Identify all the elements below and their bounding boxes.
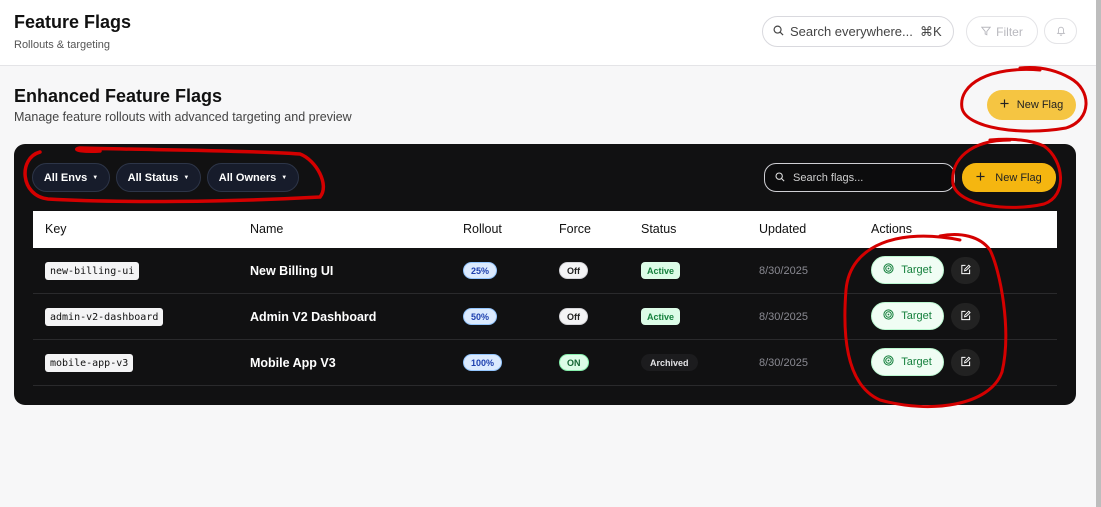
filter-owners-label: All Owners	[218, 171, 277, 184]
filter-owners[interactable]: All Owners ▼	[207, 163, 299, 192]
plus-icon	[976, 171, 985, 184]
table-row: mobile-app-v3 Mobile App V3 100% ON Arch…	[33, 340, 1057, 386]
app-title: Feature Flags	[14, 12, 132, 32]
scrollbar[interactable]	[1096, 0, 1101, 507]
edit-icon	[960, 309, 971, 324]
column-actions: Actions	[871, 222, 912, 236]
target-icon	[883, 309, 894, 323]
caret-down-icon: ▼	[281, 174, 288, 181]
global-search-input[interactable]	[790, 24, 914, 39]
updated-date: 8/30/2025	[759, 311, 808, 323]
column-name: Name	[250, 222, 284, 236]
status-badge: Active	[641, 308, 681, 325]
target-label: Target	[901, 310, 932, 322]
table-row: admin-v2-dashboard Admin V2 Dashboard 50…	[33, 294, 1057, 340]
target-label: Target	[901, 356, 932, 368]
filter-icon	[981, 25, 992, 39]
column-updated: Updated	[759, 222, 807, 236]
column-status: Status	[641, 222, 677, 236]
notifications-button[interactable]	[1044, 18, 1077, 44]
filter-envs-label: All Envs	[43, 171, 88, 184]
new-flag-label: New Flag	[1016, 99, 1064, 111]
edit-icon	[960, 263, 971, 278]
flags-panel: All Envs ▼ All Status ▼ All Owners ▼ New…	[14, 144, 1076, 405]
page-title: Enhanced Feature Flags	[14, 86, 223, 106]
column-key: Key	[45, 222, 67, 236]
flag-key: mobile-app-v3	[45, 354, 134, 372]
target-button[interactable]: Target	[871, 256, 944, 284]
target-button[interactable]: Target	[871, 348, 944, 376]
flag-key: admin-v2-dashboard	[45, 308, 164, 326]
app-subtitle: Rollouts & targeting	[14, 39, 110, 51]
flag-name: New Billing UI	[250, 264, 334, 278]
status-badge: Active	[641, 262, 681, 279]
table-header: Key Name Rollout Force Status Updated Ac…	[33, 211, 1057, 248]
new-flag-panel-label: New Flag	[995, 171, 1042, 184]
edit-icon	[960, 355, 971, 370]
updated-date: 8/30/2025	[759, 265, 808, 277]
edit-button[interactable]	[951, 349, 980, 376]
new-flag-button-header[interactable]: New Flag	[987, 90, 1076, 120]
search-shortcut: ⌘K	[920, 23, 942, 39]
flag-name: Mobile App V3	[250, 356, 336, 370]
rollout-badge: 100%	[463, 354, 503, 371]
caret-down-icon: ▼	[183, 174, 190, 181]
target-button[interactable]: Target	[871, 302, 944, 330]
plus-icon	[1000, 99, 1009, 111]
new-flag-button-panel[interactable]: New Flag	[962, 163, 1056, 192]
search-icon	[773, 23, 784, 41]
flag-key: new-billing-ui	[45, 262, 140, 280]
search-icon	[775, 169, 785, 187]
flag-name: Admin V2 Dashboard	[250, 310, 377, 324]
column-rollout: Rollout	[463, 222, 502, 236]
filter-label: Filter	[996, 24, 1023, 39]
force-badge: ON	[559, 354, 589, 371]
bell-icon	[1056, 24, 1066, 39]
column-force: Force	[559, 222, 591, 236]
flag-search[interactable]	[764, 163, 955, 192]
edit-button[interactable]	[951, 303, 980, 330]
top-bar: Feature Flags Rollouts & targeting ⌘K Fi…	[0, 0, 1101, 66]
target-label: Target	[901, 264, 932, 276]
filter-envs[interactable]: All Envs ▼	[32, 163, 110, 192]
flag-search-input[interactable]	[793, 171, 943, 184]
caret-down-icon: ▼	[92, 174, 99, 181]
edit-button[interactable]	[951, 257, 980, 284]
page-subtitle: Manage feature rollouts with advanced ta…	[14, 110, 352, 124]
force-badge: Off	[559, 308, 588, 325]
filter-button[interactable]: Filter	[966, 16, 1038, 47]
rollout-badge: 50%	[463, 308, 498, 325]
table-row: new-billing-ui New Billing UI 25% Off Ac…	[33, 248, 1057, 294]
force-badge: Off	[559, 262, 588, 279]
status-badge: Archived	[641, 354, 698, 371]
rollout-badge: 25%	[463, 262, 498, 279]
filter-status[interactable]: All Status ▼	[116, 163, 201, 192]
updated-date: 8/30/2025	[759, 357, 808, 369]
filter-status-label: All Status	[127, 171, 179, 184]
target-icon	[883, 355, 894, 369]
global-search[interactable]: ⌘K	[762, 16, 954, 47]
target-icon	[883, 263, 894, 277]
